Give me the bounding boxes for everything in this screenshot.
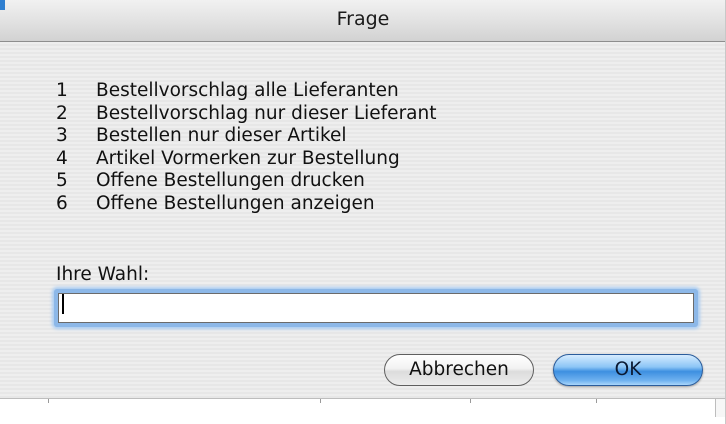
ok-button[interactable]: OK (553, 354, 703, 386)
list-item: 6 Offene Bestellungen anzeigen (56, 193, 437, 216)
dialog-window: Frage 1 Bestellvorschlag alle Lieferanten… (0, 0, 726, 424)
dialog-title: Frage (336, 8, 390, 30)
list-item: 4 Artikel Vormerken zur Bestellung (56, 148, 437, 171)
option-label: Bestellvorschlag alle Lieferanten (96, 80, 399, 101)
choice-prompt-label: Ihre Wahl: (56, 264, 150, 285)
option-number: 1 (56, 80, 68, 101)
edge-tick (48, 399, 49, 403)
option-list: 1 Bestellvorschlag alle Lieferanten 2 Best… (56, 80, 437, 215)
option-number: 3 (56, 125, 68, 146)
option-number: 2 (56, 102, 68, 124)
edge-tick (596, 399, 597, 403)
option-label: Bestellen nur dieser Artikel (96, 125, 347, 146)
bottom-edge (0, 398, 725, 424)
text-caret (62, 294, 64, 314)
list-item: 1 Bestellvorschlag alle Lieferanten (56, 80, 437, 103)
list-item: 3 Bestellen nur dieser Artikel (56, 125, 437, 148)
choice-input-focus-ring (54, 289, 698, 327)
title-bar[interactable]: Frage (0, 0, 725, 42)
list-item: 5 Offene Bestellungen drucken (56, 170, 437, 193)
option-number: 4 (56, 147, 68, 169)
edge-tick (320, 399, 321, 403)
dialog-content: 1 Bestellvorschlag alle Lieferanten 2 Best… (0, 42, 725, 398)
option-label: Offene Bestellungen drucken (96, 170, 365, 191)
choice-input[interactable] (58, 293, 694, 323)
option-label: Bestellvorschlag nur dieser Lieferant (96, 102, 437, 124)
option-label: Offene Bestellungen anzeigen (96, 192, 375, 214)
list-item: 2 Bestellvorschlag nur dieser Lieferant (56, 103, 437, 126)
resize-grip[interactable] (715, 399, 725, 417)
edge-tick (470, 399, 471, 403)
option-label: Artikel Vormerken zur Bestellung (96, 147, 400, 169)
cancel-button[interactable]: Abbrechen (384, 354, 534, 386)
option-number: 5 (56, 170, 68, 191)
option-number: 6 (56, 192, 68, 214)
